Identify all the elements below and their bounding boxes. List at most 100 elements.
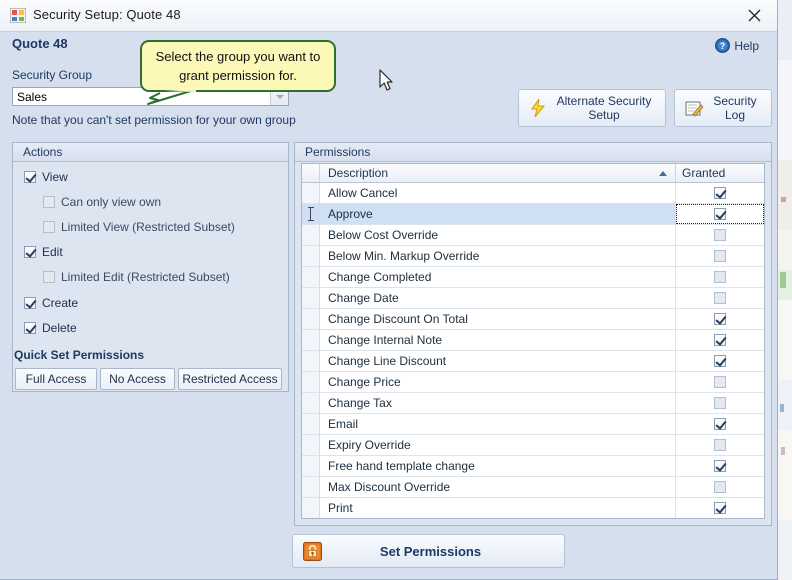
table-row[interactable]: Change Discount On Total: [302, 309, 764, 330]
permission-granted-cell[interactable]: [676, 351, 764, 371]
table-row[interactable]: Below Min. Markup Override: [302, 246, 764, 267]
permission-description-cell[interactable]: Change Tax: [320, 393, 676, 413]
table-row[interactable]: Print: [302, 498, 764, 518]
table-row[interactable]: Change Tax: [302, 393, 764, 414]
checkbox-view[interactable]: View: [24, 170, 68, 184]
row-indicator-cell[interactable]: [302, 183, 320, 203]
no-access-button[interactable]: No Access: [100, 368, 175, 390]
row-indicator-cell[interactable]: [302, 477, 320, 497]
permission-granted-cell[interactable]: [676, 330, 764, 350]
permission-description-cell[interactable]: Email: [320, 414, 676, 434]
column-header-granted[interactable]: Granted: [676, 164, 764, 182]
full-access-button[interactable]: Full Access: [15, 368, 97, 390]
row-indicator-cell[interactable]: [302, 204, 320, 224]
help-link[interactable]: ? Help: [715, 38, 759, 53]
permission-description-cell[interactable]: Allow Cancel: [320, 183, 676, 203]
checkbox-icon[interactable]: [714, 229, 726, 241]
permission-description-cell[interactable]: Change Price: [320, 372, 676, 392]
permission-description-cell[interactable]: Max Discount Override: [320, 477, 676, 497]
own-group-note: Note that you can't set permission for y…: [12, 113, 296, 127]
row-indicator-cell[interactable]: [302, 309, 320, 329]
checkbox-icon[interactable]: [714, 187, 726, 199]
restricted-access-button[interactable]: Restricted Access: [178, 368, 282, 390]
permission-granted-cell[interactable]: [676, 372, 764, 392]
row-indicator-cell[interactable]: [302, 225, 320, 245]
row-indicator-cell[interactable]: [302, 435, 320, 455]
table-row[interactable]: Allow Cancel: [302, 183, 764, 204]
page-title: Quote 48: [12, 36, 68, 51]
security-log-button[interactable]: Security Log: [674, 89, 772, 127]
permission-description-cell[interactable]: Below Min. Markup Override: [320, 246, 676, 266]
checkbox-icon[interactable]: [714, 418, 726, 430]
checkbox-limited-view[interactable]: Limited View (Restricted Subset): [43, 220, 235, 234]
row-indicator-cell[interactable]: [302, 372, 320, 392]
permission-granted-cell[interactable]: [676, 456, 764, 476]
checkbox-create[interactable]: Create: [24, 296, 78, 310]
permission-description-cell[interactable]: Change Date: [320, 288, 676, 308]
permission-granted-cell[interactable]: [676, 498, 764, 518]
permission-granted-cell[interactable]: [676, 267, 764, 287]
permission-granted-cell[interactable]: [676, 477, 764, 497]
permission-granted-cell[interactable]: [676, 288, 764, 308]
checkbox-can-only-view-own[interactable]: Can only view own: [43, 195, 161, 209]
permission-granted-cell[interactable]: [676, 204, 764, 224]
permission-granted-cell[interactable]: [676, 435, 764, 455]
row-indicator-cell[interactable]: [302, 246, 320, 266]
row-indicator-cell[interactable]: [302, 393, 320, 413]
row-indicator-cell[interactable]: [302, 498, 320, 518]
checkbox-icon[interactable]: [714, 355, 726, 367]
checkbox-icon[interactable]: [714, 313, 726, 325]
checkbox-icon[interactable]: [714, 208, 726, 220]
checkbox-edit[interactable]: Edit: [24, 245, 63, 259]
actions-panel-title: Actions: [13, 143, 288, 162]
checkbox-icon[interactable]: [714, 292, 726, 304]
permission-description-cell[interactable]: Approve: [320, 204, 676, 224]
table-row[interactable]: Change Line Discount: [302, 351, 764, 372]
row-indicator-cell[interactable]: [302, 456, 320, 476]
checkbox-icon[interactable]: [714, 250, 726, 262]
permission-description-cell[interactable]: Print: [320, 498, 676, 518]
row-indicator-cell[interactable]: [302, 288, 320, 308]
checkbox-icon[interactable]: [714, 481, 726, 493]
checkbox-icon[interactable]: [714, 271, 726, 283]
row-indicator-cell[interactable]: [302, 351, 320, 371]
column-header-description[interactable]: Description: [320, 164, 676, 182]
permission-description-cell[interactable]: Change Discount On Total: [320, 309, 676, 329]
checkbox-limited-edit[interactable]: Limited Edit (Restricted Subset): [43, 270, 230, 284]
table-row[interactable]: Expiry Override: [302, 435, 764, 456]
permission-granted-cell[interactable]: [676, 414, 764, 434]
permission-description-cell[interactable]: Free hand template change: [320, 456, 676, 476]
permission-description-cell[interactable]: Below Cost Override: [320, 225, 676, 245]
table-row[interactable]: Change Price: [302, 372, 764, 393]
table-row[interactable]: Change Internal Note: [302, 330, 764, 351]
table-row[interactable]: Free hand template change: [302, 456, 764, 477]
set-permissions-button[interactable]: Set Permissions: [292, 534, 565, 568]
permission-granted-cell[interactable]: [676, 393, 764, 413]
table-row[interactable]: Below Cost Override: [302, 225, 764, 246]
permission-description-cell[interactable]: Expiry Override: [320, 435, 676, 455]
close-button[interactable]: [732, 0, 777, 30]
permission-description-cell[interactable]: Change Line Discount: [320, 351, 676, 371]
row-indicator-cell[interactable]: [302, 330, 320, 350]
permission-granted-cell[interactable]: [676, 246, 764, 266]
permission-granted-cell[interactable]: [676, 183, 764, 203]
table-row[interactable]: Approve: [302, 204, 764, 225]
permission-granted-cell[interactable]: [676, 225, 764, 245]
table-row[interactable]: Max Discount Override: [302, 477, 764, 498]
checkbox-delete[interactable]: Delete: [24, 321, 77, 335]
permission-description-cell[interactable]: Change Completed: [320, 267, 676, 287]
checkbox-icon[interactable]: [714, 397, 726, 409]
checkbox-icon[interactable]: [714, 502, 726, 514]
checkbox-icon[interactable]: [714, 376, 726, 388]
table-row[interactable]: Change Completed: [302, 267, 764, 288]
checkbox-icon[interactable]: [714, 334, 726, 346]
checkbox-icon[interactable]: [714, 460, 726, 472]
row-indicator-cell[interactable]: [302, 267, 320, 287]
table-row[interactable]: Change Date: [302, 288, 764, 309]
table-row[interactable]: Email: [302, 414, 764, 435]
alternate-security-setup-button[interactable]: Alternate Security Setup: [518, 89, 666, 127]
checkbox-icon[interactable]: [714, 439, 726, 451]
permission-granted-cell[interactable]: [676, 309, 764, 329]
permission-description-cell[interactable]: Change Internal Note: [320, 330, 676, 350]
row-indicator-cell[interactable]: [302, 414, 320, 434]
